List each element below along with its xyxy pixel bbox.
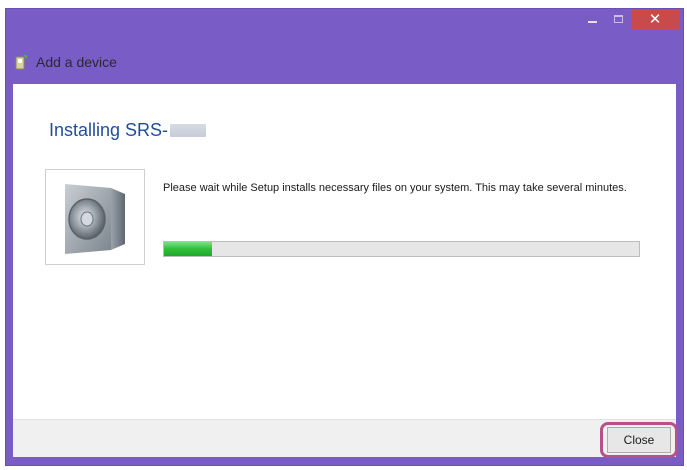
- close-button[interactable]: Close: [607, 427, 671, 453]
- maximize-button[interactable]: [605, 9, 631, 29]
- window-caption-buttons: ✕: [579, 9, 679, 31]
- add-device-icon: [14, 54, 28, 70]
- installing-heading: Installing SRS-: [49, 120, 169, 140]
- close-icon: ✕: [648, 10, 662, 28]
- add-device-window: ✕ Add a device Installing SRS- Please wa…: [5, 8, 684, 466]
- device-image-frame: [45, 169, 145, 265]
- dialog-footer: Close: [13, 419, 678, 458]
- speaker-icon: [65, 184, 125, 254]
- window-close-button[interactable]: ✕: [631, 9, 679, 29]
- install-message: Please wait while Setup installs necessa…: [163, 182, 627, 194]
- title-bar: Add a device: [14, 51, 117, 73]
- window-title: Add a device: [36, 54, 117, 70]
- maximize-icon: [613, 15, 623, 23]
- screen: ✕ Add a device Installing SRS- Please wa…: [0, 0, 687, 470]
- minimize-button[interactable]: [579, 9, 605, 29]
- minimize-icon: [587, 21, 597, 23]
- install-progress-bar: [163, 241, 640, 257]
- page-title: Installing SRS-: [49, 120, 207, 141]
- dialog-content: Installing SRS- Please wait while Setup …: [13, 84, 678, 458]
- progress-fill: [164, 242, 212, 256]
- redacted-model-name: [170, 124, 207, 137]
